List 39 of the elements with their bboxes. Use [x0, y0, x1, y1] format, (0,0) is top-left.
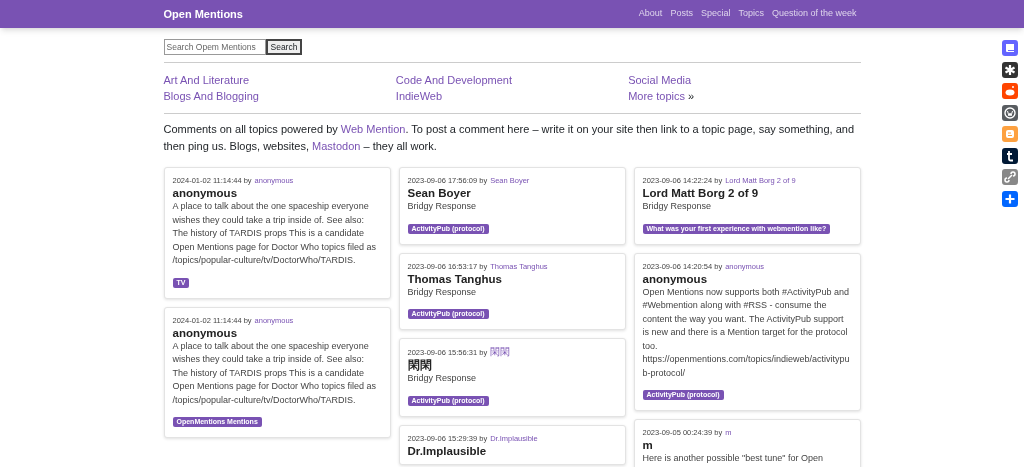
post-text: A place to talk about the one spaceship everyone wishes they could take a trip inside of. See also: The history of TARDIS props This is a candidate Open Mentions page for Doctor Who topics filed as /topics/popular-culture/tv/DoctorWho/TARDIS. [172, 200, 378, 267]
post-title: Dr.Implausible [407, 443, 488, 458]
post-text: Bridgy Response [642, 200, 713, 213]
post-text: Bridgy Response [407, 372, 478, 385]
post-title: 閑閑 [407, 358, 433, 372]
site-title[interactable]: Open Mentions [163, 5, 243, 23]
nav-link[interactable]: Question of the week [771, 7, 857, 21]
text-link[interactable]: Mastodon [312, 140, 361, 152]
post-text: Open Mentions now supports both #ActivityPub and #Webmention along with #RSS - consume the content the way you want. The ActivityPub support is new and there is a Mention target for the protocol too. https://openmentions.com/topics/indieweb/activitypub-protocol/ [642, 285, 851, 380]
topic-link[interactable]: IndieWeb [395, 90, 443, 102]
search-field[interactable]: Search Opem Mentions [163, 39, 266, 55]
post-title: anonymous [172, 186, 239, 200]
post-title: Sean Boyer [407, 186, 472, 200]
tumblr-icon[interactable] [1002, 147, 1018, 164]
post-title: anonymous [642, 271, 709, 286]
author-link[interactable]: 閑閑 [490, 346, 511, 357]
post-title: Thomas Tanghus [407, 271, 503, 286]
nav-link[interactable]: About [638, 7, 663, 21]
topic-link[interactable]: Blogs And Blogging [163, 90, 259, 102]
nav-link[interactable]: Special [700, 7, 731, 21]
intro-paragraph: Comments on all topics powered by Web Mention. To post a comment here – write it on your site then link to a topic page, say something, and then ping us. Blogs, websites, Mastodon – they all work. [163, 122, 856, 154]
post-title: Lord Matt Borg 2 of 9 [642, 186, 760, 200]
post-title: anonymous [172, 325, 239, 340]
plus-icon[interactable] [1002, 190, 1018, 207]
post-text: A place to talk about the one spaceship everyone wishes they could take a trip inside of. See also: The history of TARDIS props This is a candidate Open Mentions page for Doctor Who topics filed as /topics/popular-culture/tv/DoctorWho/TARDIS. [172, 339, 378, 407]
post-text: Bridgy Response [407, 285, 478, 299]
post-text: Here is another possible "best tune" for Open [642, 452, 824, 465]
topic-link[interactable]: Social Media [628, 74, 692, 86]
post-title: m [642, 438, 654, 452]
search-button[interactable]: Search [265, 39, 303, 55]
nav-link[interactable]: Topics [738, 7, 764, 21]
topic-link[interactable]: More topics [628, 90, 685, 102]
asterisk-icon[interactable] [1002, 61, 1018, 78]
nav-link[interactable]: Posts [670, 7, 693, 21]
post-text: Bridgy Response [407, 200, 478, 213]
topic-link[interactable]: Art And Literature [163, 74, 250, 86]
chevron-glyph: » [688, 90, 695, 102]
link-icon[interactable] [1002, 169, 1018, 185]
topic-link[interactable]: Code And Development [395, 74, 512, 86]
